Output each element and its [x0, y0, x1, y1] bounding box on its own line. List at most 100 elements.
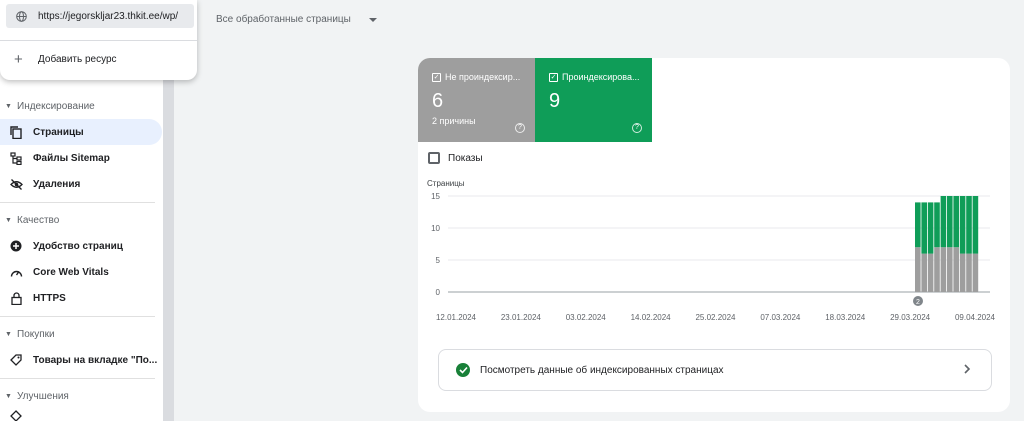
x-tick-label: 14.02.2024 [631, 313, 672, 322]
tile-label-row: ✓ Не проиндексир... [432, 72, 530, 82]
bar-not-indexed [921, 253, 927, 292]
section-title: Качество [17, 214, 60, 226]
indexing-card: ✓ Не проиндексир... 6 2 причины ? ✓ Прои… [418, 58, 1010, 412]
y-tick-label: 10 [431, 224, 440, 233]
speedometer-icon [9, 265, 23, 279]
x-tick-label: 12.01.2024 [436, 313, 477, 322]
checkbox-checked-icon[interactable]: ✓ [432, 72, 441, 82]
section-title: Индексирование [17, 100, 95, 112]
sidebar-item-pages[interactable]: Страницы [0, 119, 162, 145]
bar-indexed [953, 196, 959, 248]
x-tick-label: 29.03.2024 [890, 313, 931, 322]
bar-not-indexed [947, 247, 953, 292]
bar-not-indexed [959, 253, 966, 292]
bar-indexed [940, 196, 947, 248]
sidebar-item-label: Файлы Sitemap [33, 152, 110, 164]
x-tick-label: 25.02.2024 [695, 313, 736, 322]
x-tick-label: 09.04.2024 [955, 313, 996, 322]
collapse-triangle-icon: ▼ [5, 392, 12, 400]
property-option[interactable]: https://jegorskljar23.thkit.ee/wp/ [6, 4, 194, 28]
sidebar-item-label: Товары на вкладке "По... [33, 354, 158, 366]
collapse-triangle-icon: ▼ [5, 102, 12, 110]
not-indexed-tile[interactable]: ✓ Не проиндексир... 6 2 причины ? [418, 58, 535, 142]
bar-indexed [972, 196, 979, 254]
bar-indexed [921, 202, 927, 254]
bar-not-indexed [966, 253, 972, 292]
divider [0, 40, 197, 41]
sidebar-item-core-web-vitals[interactable]: Core Web Vitals [0, 259, 162, 285]
bar-indexed [966, 196, 972, 254]
eye-off-icon [9, 177, 23, 191]
plus-icon: + [14, 51, 23, 68]
lock-icon [9, 291, 23, 305]
bar-not-indexed [953, 247, 959, 292]
sidebar-item-sitemaps[interactable]: Файлы Sitemap [0, 145, 162, 171]
checkbox-unchecked-icon[interactable] [428, 152, 440, 164]
sidebar-item-label: Core Web Vitals [33, 266, 109, 278]
bar-not-indexed [934, 247, 940, 292]
caret-down-icon [368, 17, 377, 22]
sidebar-scrollbar[interactable] [163, 70, 174, 421]
sidebar-item-partial[interactable] [0, 409, 162, 421]
help-icon[interactable]: ? [515, 123, 525, 133]
section-shopping-header[interactable]: ▼ Покупки [0, 323, 55, 345]
sidebar-item-label: Удобство страниц [33, 240, 123, 252]
filter-label: Все обработанные страницы [216, 14, 351, 25]
tile-label-row: ✓ Проиндексирова... [549, 72, 647, 82]
bar-not-indexed [927, 253, 934, 292]
bar-not-indexed [915, 247, 921, 292]
section-quality-header[interactable]: ▼ Качество [0, 209, 59, 231]
bar-indexed [915, 202, 921, 248]
tile-subtext: 2 причины [432, 116, 476, 126]
bar-not-indexed [972, 253, 979, 292]
view-indexed-pages-link[interactable]: Посмотреть данные об индексированных стр… [438, 349, 992, 391]
checkbox-checked-icon[interactable]: ✓ [549, 72, 558, 82]
sitemap-icon [9, 151, 23, 165]
x-tick-label: 03.02.2024 [566, 313, 607, 322]
bar-indexed [927, 202, 934, 254]
bar-indexed [959, 196, 966, 254]
tile-label: Проиндексирова... [562, 72, 640, 82]
link-label: Посмотреть данные об индексированных стр… [480, 364, 724, 376]
property-dropdown-menu: https://jegorskljar23.thkit.ee/wp/ + Доб… [0, 0, 197, 80]
tile-label: Не проиндексир... [445, 72, 521, 82]
section-title: Улучшения [17, 390, 69, 402]
sidebar-item-label: Страницы [33, 126, 84, 138]
y-axis-label: Страницы [427, 179, 465, 188]
tag-icon [9, 353, 23, 367]
bar-indexed [947, 196, 953, 248]
indexed-tile[interactable]: ✓ Проиндексирова... 9 ? [535, 58, 652, 142]
sidebar-item-product-snippets[interactable]: Товары на вкладке "По... [0, 347, 162, 373]
sidebar-item-label: HTTPS [33, 292, 66, 304]
globe-icon [16, 10, 27, 22]
pages-icon [9, 125, 23, 139]
pages-filter-dropdown[interactable]: Все обработанные страницы [216, 14, 377, 25]
sidebar-item-page-experience[interactable]: Удобство страниц [0, 233, 162, 259]
section-enhancements-header[interactable]: ▼ Улучшения [0, 385, 69, 407]
pages-chart: Страницы 0 5 10 15 12.01.2024 23.01.2024 03.02.… [427, 179, 996, 322]
sidebar-item-https[interactable]: HTTPS [0, 285, 162, 311]
property-url: https://jegorskljar23.thkit.ee/wp/ [38, 10, 179, 22]
impressions-label: Показы [448, 152, 483, 164]
collapse-triangle-icon: ▼ [5, 216, 12, 224]
collapse-triangle-icon: ▼ [5, 330, 12, 338]
enhancement-icon [9, 409, 23, 421]
bar-not-indexed [940, 247, 947, 292]
check-circle-icon [456, 363, 470, 377]
add-resource-label: Добавить ресурс [38, 54, 117, 65]
sidebar-item-removals[interactable]: Удаления [0, 171, 162, 197]
add-resource-button[interactable]: + Добавить ресурс [14, 52, 117, 67]
help-icon[interactable]: ? [632, 123, 642, 133]
chevron-right-icon [963, 363, 971, 378]
y-tick-label: 15 [431, 192, 440, 201]
impressions-toggle[interactable]: Показы [428, 152, 483, 164]
section-title: Покупки [17, 328, 55, 340]
section-indexing-header[interactable]: ▼ Индексирование [0, 95, 95, 117]
tile-value: 9 [549, 90, 561, 112]
x-tick-label: 23.01.2024 [501, 313, 542, 322]
divider [0, 202, 155, 203]
divider [0, 316, 155, 317]
x-tick-label: 07.03.2024 [760, 313, 801, 322]
sidebar-item-label: Удаления [33, 178, 81, 190]
x-tick-label: 18.03.2024 [825, 313, 866, 322]
